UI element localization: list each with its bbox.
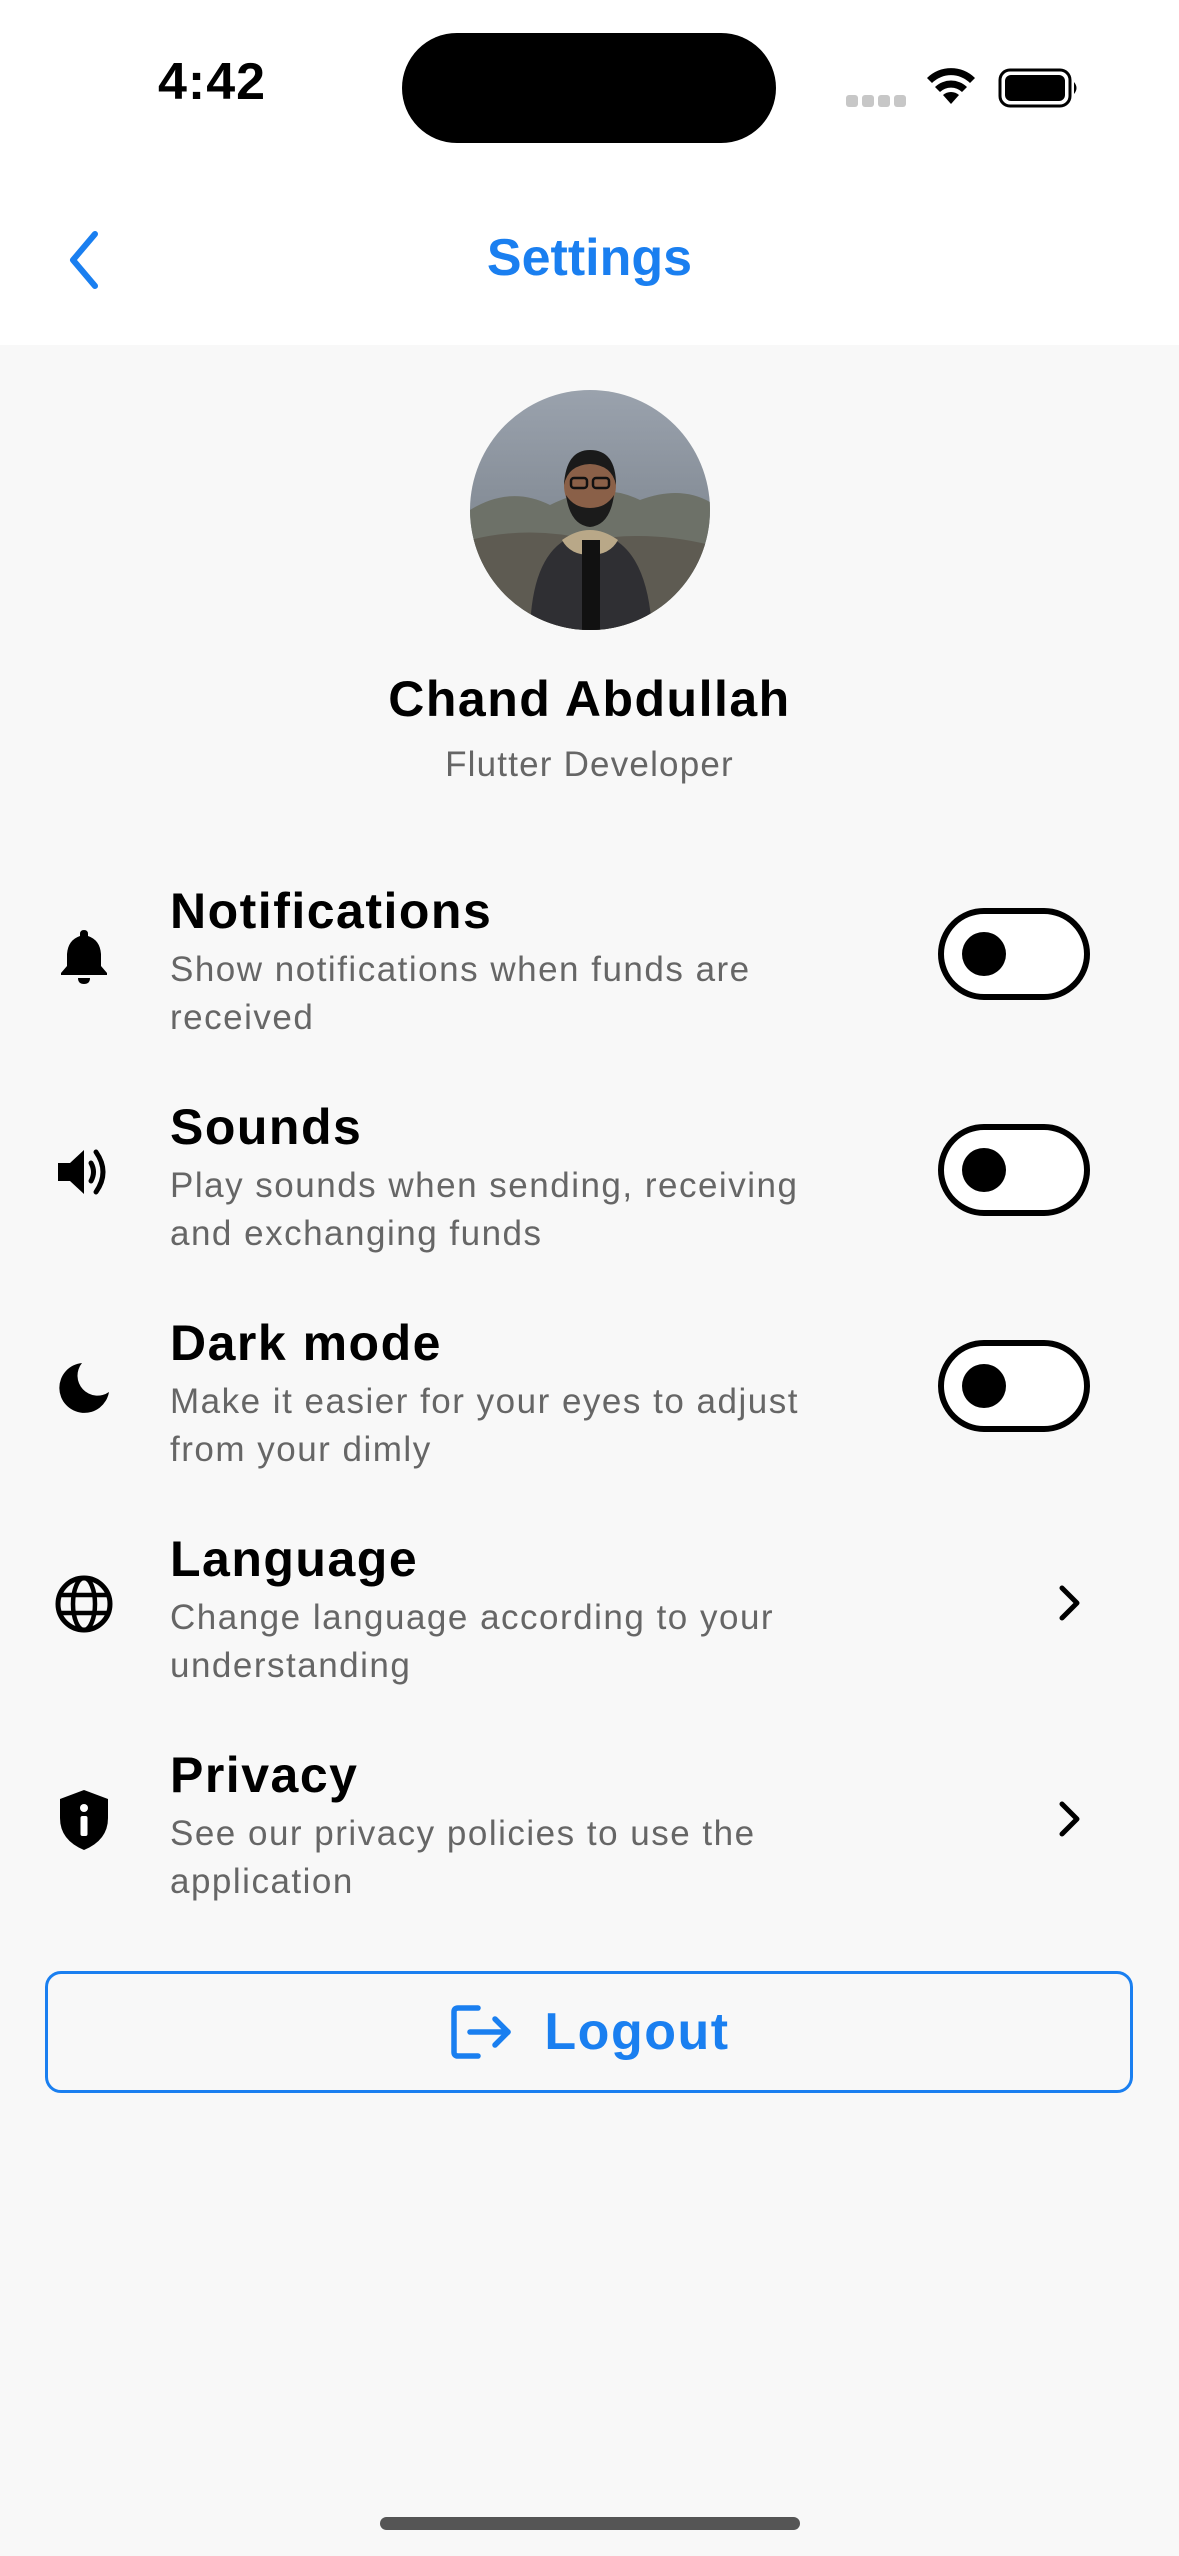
setting-language[interactable]: Language Change language according to yo… [0,1518,1179,1734]
bell-icon [50,922,118,990]
toggle-knob [962,1148,1006,1192]
toggle-knob [962,1364,1006,1408]
setting-description: See our privacy policies to use the appl… [170,1814,756,1901]
profile-section: Chand Abdullah Flutter Developer [0,345,1179,805]
profile-name: Chand Abdullah [388,671,791,727]
status-time: 4:42 [158,53,267,111]
setting-title: Sounds [170,1099,363,1155]
setting-notifications[interactable]: Notifications Show notifications when fu… [0,870,1179,1086]
page-title: Settings [486,229,693,287]
avatar[interactable] [470,390,710,630]
setting-description: Show notifications when funds are receiv… [170,950,751,1037]
home-indicator[interactable] [380,2517,800,2530]
setting-title: Privacy [170,1747,359,1803]
chevron-right-icon [1050,1796,1090,1842]
settings-list: Notifications Show notifications when fu… [0,870,1179,1950]
notifications-toggle[interactable] [938,908,1090,1000]
profile-role: Flutter Developer [445,745,734,784]
globe-icon [50,1570,118,1638]
setting-description: Make it easier for your eyes to adjust f… [170,1382,799,1469]
wifi-icon [925,66,977,106]
app-bar: Settings [0,170,1179,345]
setting-description: Change language according to your unders… [170,1598,775,1685]
signal-icon [846,95,906,107]
logout-label: Logout [544,2003,730,2061]
sounds-toggle[interactable] [938,1124,1090,1216]
dynamic-island [402,33,776,143]
setting-privacy[interactable]: Privacy See our privacy policies to use … [0,1734,1179,1950]
shield-info-icon [50,1786,118,1854]
setting-title: Language [170,1531,419,1587]
status-bar: 4:42 [0,0,1179,170]
moon-icon [50,1354,118,1422]
setting-dark-mode[interactable]: Dark mode Make it easier for your eyes t… [0,1302,1179,1518]
chevron-right-icon [1050,1580,1090,1626]
speaker-icon [50,1138,118,1206]
toggle-knob [962,932,1006,976]
setting-sounds[interactable]: Sounds Play sounds when sending, receivi… [0,1086,1179,1302]
dark-mode-toggle[interactable] [938,1340,1090,1432]
setting-description: Play sounds when sending, receiving and … [170,1166,799,1253]
logout-icon [448,2002,514,2062]
battery-icon [998,68,1080,108]
logout-button[interactable]: Logout [45,1971,1133,2093]
setting-title: Dark mode [170,1315,442,1371]
setting-title: Notifications [170,883,493,939]
